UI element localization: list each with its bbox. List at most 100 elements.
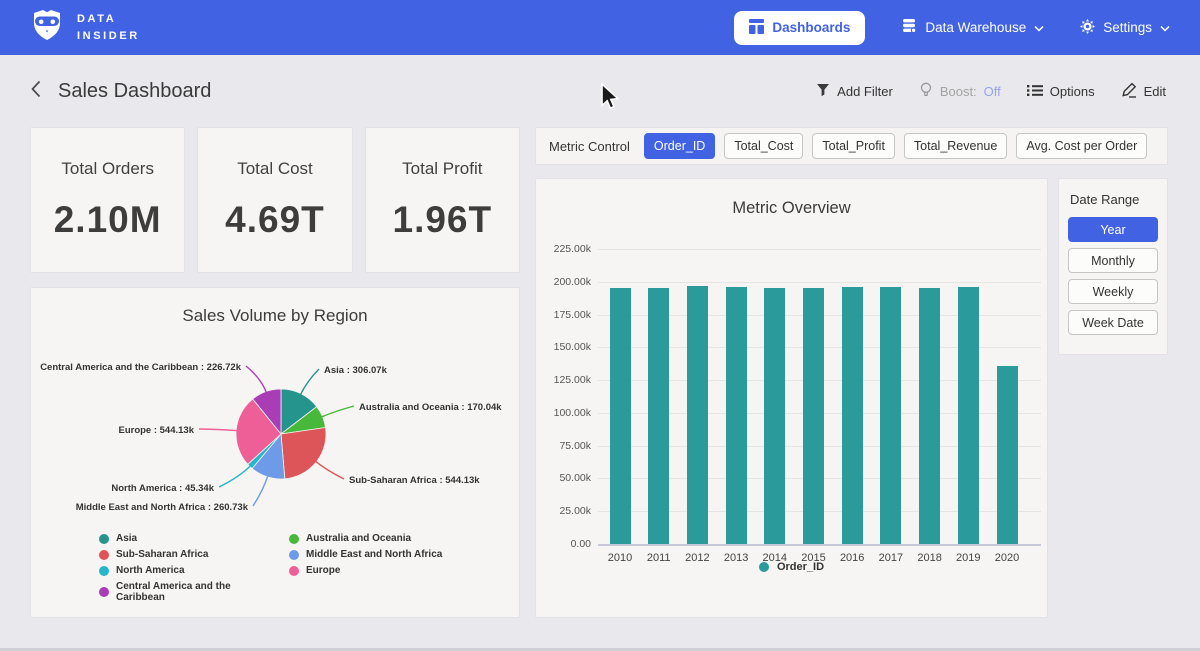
bar-2013 (726, 287, 747, 544)
kpi-label: Total Cost (237, 159, 313, 179)
metric-button-total-profit[interactable]: Total_Profit (812, 133, 895, 159)
legend-dot (99, 587, 109, 597)
kpi-value: 1.96T (393, 199, 493, 241)
kpi-card-total-orders: Total Orders2.10M (30, 127, 185, 273)
options-button[interactable]: Options (1027, 84, 1095, 100)
bar-2019 (958, 287, 979, 544)
kpi-value: 2.10M (54, 199, 162, 241)
legend-label: Australia and Oceania (306, 533, 411, 544)
add-filter-button[interactable]: Add Filter (816, 83, 893, 100)
pie-label-australia-and-oceania: Australia and Oceania : 170.04k (359, 402, 502, 413)
date-range-label: Date Range (1070, 192, 1158, 207)
legend-dot (99, 550, 109, 560)
bar-2017 (880, 287, 901, 544)
bar-2020 (997, 366, 1018, 544)
metric-button-total-revenue[interactable]: Total_Revenue (904, 133, 1007, 159)
x-axis-tick: 2016 (832, 552, 872, 564)
kpi-label: Total Profit (402, 159, 482, 179)
bar-2018 (919, 288, 940, 544)
x-axis-tick: 2017 (871, 552, 911, 564)
pie-label-asia: Asia : 306.07k (324, 365, 388, 376)
y-axis-tick: 175.00k (536, 309, 591, 321)
pie-legend-item-north-america: North America (99, 565, 273, 576)
pie-slice-sub-saharan-africa (281, 428, 326, 479)
pie-leader-line (253, 475, 268, 506)
pie-leader-line (315, 461, 344, 479)
gear-icon (1080, 19, 1095, 37)
database-icon (901, 18, 917, 37)
bar-2016 (842, 287, 863, 544)
legend-label: Asia (116, 533, 137, 544)
dashboards-grid-icon (749, 19, 764, 37)
pie-legend-item-asia: Asia (99, 533, 273, 544)
legend-label: Central America and the Caribbean (116, 581, 273, 603)
metric-control-bar: Metric Control Order_ID Total_Cost Total_P… (535, 127, 1168, 165)
pie-leader-line (219, 465, 251, 487)
x-axis-tick: 2014 (755, 552, 795, 564)
boost-toggle[interactable]: Boost: Off (919, 82, 1001, 101)
y-axis-tick: 50.00k (536, 472, 591, 484)
boost-state: Off (984, 84, 1001, 99)
bar-2011 (648, 288, 669, 544)
back-button[interactable] (30, 79, 42, 104)
pie-chart-card: Sales Volume by Region Asia : 306.07kAus… (30, 287, 520, 618)
bar-2012 (687, 286, 708, 544)
list-icon (1027, 84, 1043, 100)
bar-2010 (610, 288, 631, 544)
bar-chart-card: Metric Overview Order_ID 225.00k200.00k1… (535, 178, 1048, 618)
pie-legend-column: Asia Sub-Saharan Africa North America Centr… (99, 533, 273, 603)
date-range-button-weekly[interactable]: Weekly (1068, 279, 1158, 304)
legend-label: Middle East and North Africa (306, 549, 442, 560)
kpi-card-total-profit: Total Profit 1.96T (365, 127, 520, 273)
edit-button[interactable]: Edit (1121, 82, 1166, 101)
pie-leader-line (246, 366, 267, 394)
y-axis-tick: 200.00k (536, 276, 591, 288)
pie-legend-item-europe: Europe (289, 565, 442, 576)
pie-label-central-america-and-the-caribbean: Central America and the Caribbean : 226.… (40, 362, 242, 373)
page-title: Sales Dashboard (58, 80, 211, 103)
y-axis-tick: 0.00 (536, 538, 591, 550)
y-axis-tick: 125.00k (536, 374, 591, 386)
date-range-button-week-date[interactable]: Week Date (1068, 310, 1158, 335)
kpi-row: Total Orders2.10M Total Cost 4.69T Total Pr… (30, 127, 520, 273)
metric-button-order-id[interactable]: Order_ID (644, 133, 715, 159)
legend-label: Sub-Saharan Africa (116, 549, 208, 560)
kpi-value: 4.69T (225, 199, 325, 241)
boost-balloon-icon (919, 82, 933, 101)
x-axis-tick: 2018 (910, 552, 950, 564)
legend-label: Europe (306, 565, 340, 576)
brand-text: DATA INSIDER (77, 11, 140, 44)
pie-legend-item-central-america-and-the-caribbean: Central America and the Caribbean (99, 581, 273, 603)
dashboards-button[interactable]: Dashboards (734, 11, 865, 45)
data-warehouse-menu[interactable]: Data Warehouse (901, 18, 1044, 37)
bar-2015 (803, 288, 824, 544)
x-axis-tick: 2011 (639, 552, 679, 564)
pie-label-middle-east-and-north-africa: Middle East and North Africa : 260.73k (76, 502, 249, 513)
pie-legend: Asia Sub-Saharan Africa North America Centr… (99, 533, 442, 603)
metric-button-avg-cost-per-order[interactable]: Avg. Cost per Order (1016, 133, 1147, 159)
legend-dot (99, 534, 109, 544)
x-axis-tick: 2019 (948, 552, 988, 564)
legend-dot (289, 566, 299, 576)
date-range-card: Date Range Year Monthly Weekly Week Date (1058, 178, 1168, 355)
page-header: Sales Dashboard Add Filter Boost: Off Op… (0, 55, 1200, 104)
pencil-icon (1121, 82, 1137, 101)
pie-leader-line (300, 369, 319, 395)
pie-label-north-america: North America : 45.34k (111, 483, 214, 494)
chevron-down-icon (1160, 20, 1170, 35)
x-axis-tick: 2010 (600, 552, 640, 564)
chevron-down-icon (1034, 20, 1044, 35)
settings-menu[interactable]: Settings (1080, 19, 1170, 37)
y-axis-tick: 25.00k (536, 505, 591, 517)
date-range-button-monthly[interactable]: Monthly (1068, 248, 1158, 273)
gridline (598, 249, 1041, 250)
owl-logo-icon (30, 9, 64, 46)
x-axis-tick: 2012 (677, 552, 717, 564)
legend-dot (289, 550, 299, 560)
metric-control-label: Metric Control (549, 139, 630, 154)
pie-legend-column: Australia and Oceania Middle East and Nor… (289, 533, 442, 603)
x-axis-tick: 2020 (987, 552, 1027, 564)
pie-legend-item-middle-east-and-north-africa: Middle East and North Africa (289, 549, 442, 560)
metric-button-total-cost[interactable]: Total_Cost (724, 133, 803, 159)
date-range-button-year[interactable]: Year (1068, 217, 1158, 242)
